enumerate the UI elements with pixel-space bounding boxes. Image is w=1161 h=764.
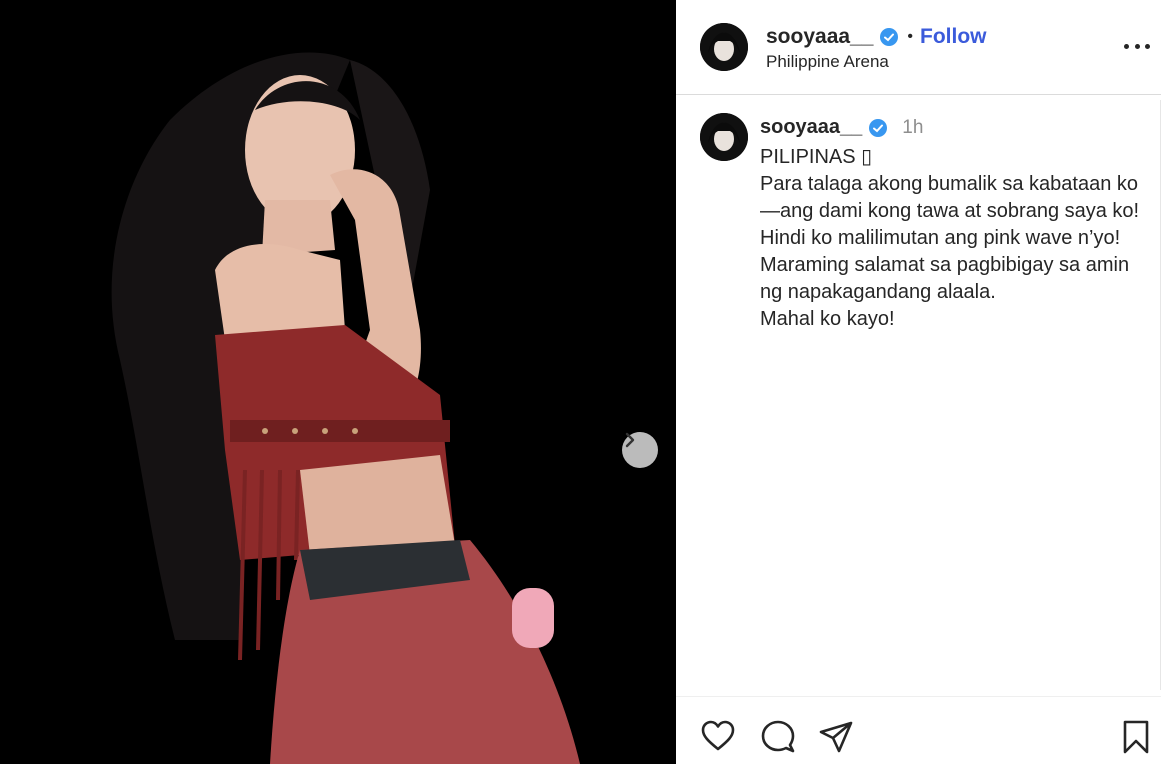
location-link[interactable]: Philippine Arena [766, 52, 889, 72]
more-options-button[interactable] [1124, 36, 1150, 56]
performer-photo [0, 0, 676, 764]
caption-avatar[interactable] [700, 113, 748, 161]
profile-photo-icon [700, 23, 748, 71]
post-media[interactable] [0, 0, 676, 764]
separator-dot: • [907, 28, 914, 45]
profile-photo-icon [700, 113, 748, 161]
post-timestamp[interactable]: 1h [902, 117, 923, 139]
header-username[interactable]: sooyaaa__ [766, 25, 873, 49]
avatar[interactable] [700, 23, 748, 71]
more-horizontal-icon [1124, 43, 1129, 49]
caption-line: Mahal ko kayo! [760, 308, 895, 330]
more-dot [1134, 43, 1140, 49]
bookmark-icon[interactable] [1118, 719, 1154, 755]
caption-line: Para talaga akong bumalik sa kabataan ko… [760, 173, 1140, 222]
caption-username[interactable]: sooyaaa__ [760, 116, 862, 139]
heart-icon[interactable] [700, 719, 736, 755]
next-media-button[interactable] [622, 432, 658, 468]
caption-line: PILIPINAS ▯ [760, 146, 873, 168]
verified-badge-icon [869, 118, 888, 137]
caption-text: PILIPINAS ▯ Para talaga akong bumalik sa… [760, 144, 1140, 333]
share-icon[interactable] [818, 719, 854, 755]
caption-line: Hindi ko malilimutan ang pink wave n’yo! [760, 227, 1121, 249]
comment-icon[interactable] [760, 719, 796, 755]
action-bar [676, 696, 1161, 764]
post-sidebar: sooyaaa__ • Follow Philippine Arena sooy… [676, 0, 1161, 764]
verified-badge-icon [880, 28, 899, 46]
follow-button[interactable]: Follow [920, 25, 987, 49]
more-dot [1145, 43, 1150, 49]
post-header: sooyaaa__ • Follow Philippine Arena [676, 0, 1161, 95]
chevron-right-icon [625, 432, 635, 448]
caption-line: Maraming salamat sa pagbibigay sa amin n… [760, 254, 1135, 303]
